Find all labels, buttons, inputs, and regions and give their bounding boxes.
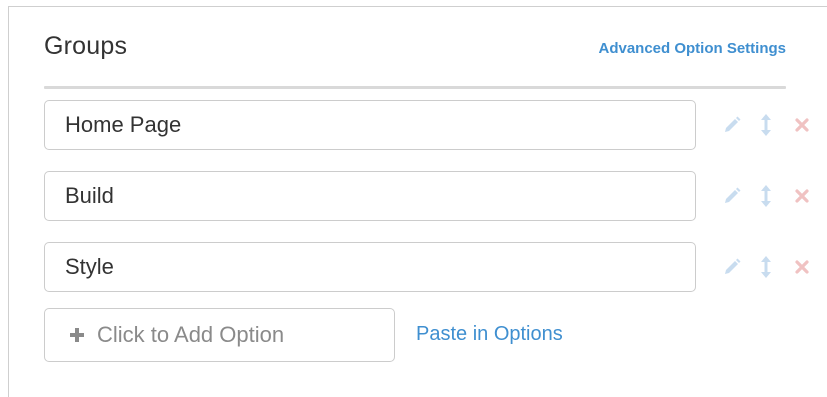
- close-x-icon[interactable]: [790, 255, 814, 279]
- pencil-icon[interactable]: [720, 255, 744, 279]
- pencil-icon[interactable]: [720, 113, 744, 137]
- groups-header: Groups Advanced Option Settings: [44, 30, 786, 70]
- paste-in-options-link[interactable]: Paste in Options: [416, 323, 563, 346]
- close-x-icon[interactable]: [790, 184, 814, 208]
- advanced-option-settings-link[interactable]: Advanced Option Settings: [598, 40, 786, 57]
- vertical-arrows-icon[interactable]: [754, 255, 778, 279]
- option-row: [44, 242, 814, 294]
- close-x-icon[interactable]: [790, 113, 814, 137]
- vertical-arrows-icon[interactable]: [754, 184, 778, 208]
- vertical-arrows-icon[interactable]: [754, 113, 778, 137]
- header-divider: [44, 86, 786, 89]
- plus-icon: [67, 325, 87, 345]
- option-row: [44, 100, 814, 152]
- pencil-icon[interactable]: [720, 184, 744, 208]
- option-input-build[interactable]: [44, 171, 696, 221]
- option-input-style[interactable]: [44, 242, 696, 292]
- option-row: [44, 171, 814, 223]
- section-title: Groups: [44, 32, 128, 60]
- option-input-home-page[interactable]: [44, 100, 696, 150]
- add-option-label: Click to Add Option: [97, 322, 285, 347]
- add-option-button[interactable]: Click to Add Option: [44, 308, 395, 362]
